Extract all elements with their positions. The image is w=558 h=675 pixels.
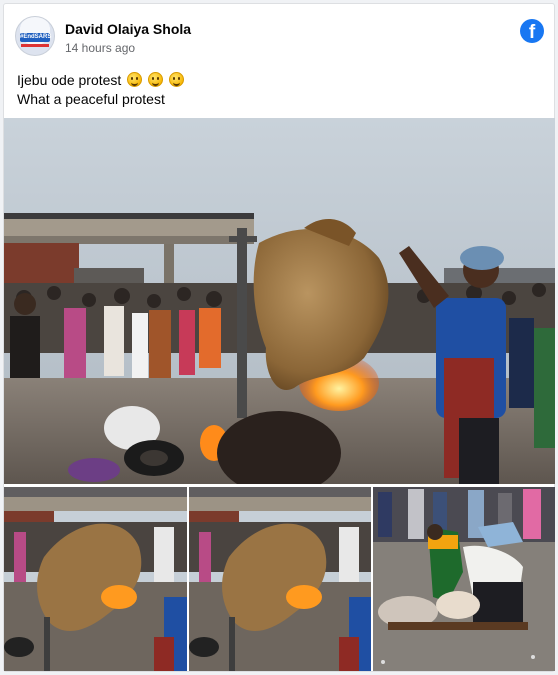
facebook-post-card: #EndSARS David Olaiya Shola 14 hours ago… xyxy=(3,3,555,672)
caption-line-2: What a peaceful protest xyxy=(17,91,165,107)
grinning-face-emoji-icon xyxy=(148,72,164,87)
grinning-face-emoji-icon xyxy=(168,72,184,87)
author-name[interactable]: David Olaiya Shola xyxy=(65,21,191,37)
avatar-badge: #EndSARS xyxy=(20,33,52,42)
caption-line-1: Ijebu ode protest xyxy=(17,71,184,90)
grinning-face-emoji-icon xyxy=(127,72,143,87)
post-caption: Ijebu ode protest What a peaceful protes… xyxy=(17,71,184,109)
thumbnail-photo-1[interactable] xyxy=(4,487,187,671)
caption-text-1: Ijebu ode protest xyxy=(17,72,122,88)
main-photo[interactable] xyxy=(4,118,555,484)
facebook-icon[interactable]: f xyxy=(520,19,544,43)
post-header: #EndSARS David Olaiya Shola 14 hours ago… xyxy=(15,16,545,60)
avatar-stripe xyxy=(21,44,49,47)
thumbnail-photo-2[interactable] xyxy=(189,487,371,671)
thumbnail-photo-3[interactable] xyxy=(373,487,555,671)
post-timestamp[interactable]: 14 hours ago xyxy=(65,41,135,55)
avatar[interactable]: #EndSARS xyxy=(15,16,55,56)
